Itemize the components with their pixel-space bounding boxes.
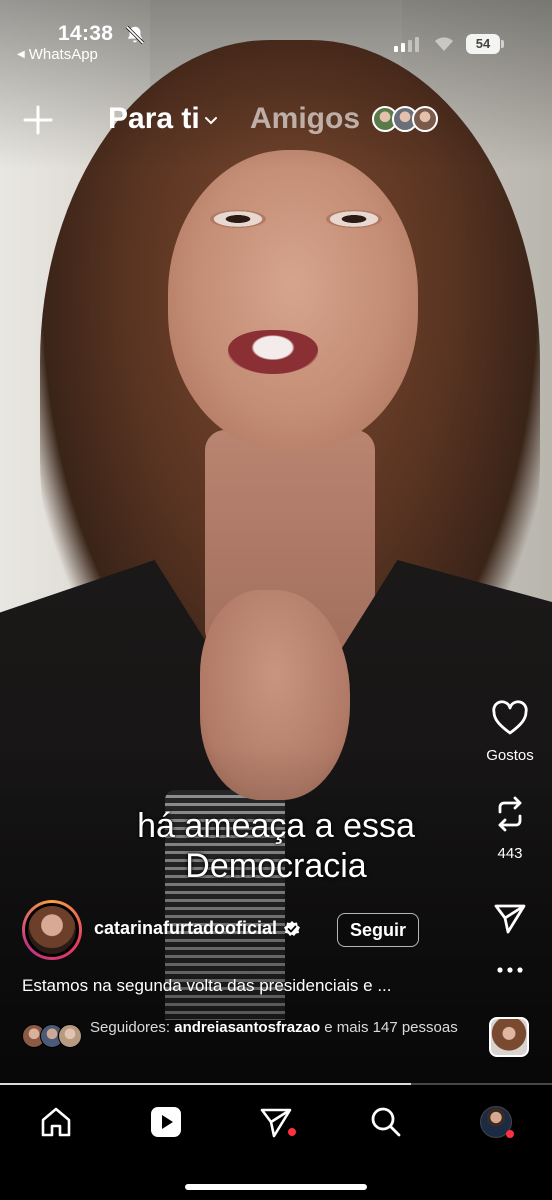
friend-avatar (412, 106, 438, 132)
video-subject-mouth (228, 330, 318, 374)
author-username[interactable]: catarinafurtadooficial (94, 918, 301, 939)
more-dots-icon (497, 967, 523, 973)
video-subject-face (168, 150, 418, 450)
wifi-icon (435, 37, 453, 51)
video-subject-eye (210, 210, 266, 228)
create-plus-icon[interactable] (22, 104, 54, 136)
reels-icon (151, 1107, 181, 1137)
cellular-signal-icon (394, 36, 422, 52)
home-icon (41, 1107, 71, 1137)
followers-highlighted-name: andreiasantosfrazao (174, 1019, 321, 1036)
more-options-button[interactable] (470, 962, 550, 980)
tab-para-ti[interactable]: Para ti (108, 102, 218, 136)
friends-avatar-stack[interactable] (372, 106, 438, 132)
repost-count: 443 (497, 845, 523, 862)
tab-para-ti-label: Para ti (108, 102, 200, 135)
nav-home-button[interactable] (36, 1102, 76, 1142)
back-app-label: WhatsApp (28, 46, 98, 63)
video-progress-bar[interactable] (0, 1083, 552, 1085)
author-avatar[interactable] (22, 900, 82, 960)
status-time: 14:38 (58, 22, 114, 45)
battery-nub (501, 40, 504, 48)
back-arrow-icon: ◀ (17, 49, 25, 60)
like-button[interactable]: Gostos (470, 700, 550, 764)
share-button[interactable] (470, 900, 550, 941)
author-avatar-image (25, 903, 79, 957)
like-label: Gostos (486, 747, 534, 764)
messages-notification-dot (288, 1128, 296, 1136)
send-icon (494, 904, 526, 934)
follow-button[interactable]: Seguir (337, 913, 419, 947)
video-caption: há ameaça a essa Democracia (137, 807, 415, 885)
repost-button[interactable]: 443 (470, 794, 550, 862)
audio-thumbnail[interactable] (489, 1017, 529, 1057)
followers-text: Seguidores: andreiasantosfrazao e mais 1… (90, 1018, 458, 1038)
followers-avatar-stack (22, 1024, 82, 1048)
followers-prefix: Seguidores: (90, 1019, 175, 1036)
home-indicator (185, 1184, 367, 1190)
video-subject-eye (326, 210, 382, 228)
tab-amigos[interactable]: Amigos (250, 102, 360, 136)
heart-icon (492, 700, 528, 735)
repost-icon (498, 796, 522, 832)
back-to-app-link[interactable]: ◀ WhatsApp (17, 46, 98, 63)
verified-badge-icon (284, 920, 301, 936)
tab-amigos-label: Amigos (250, 102, 361, 135)
video-progress-fill (0, 1083, 412, 1085)
nav-search-button[interactable] (366, 1102, 406, 1142)
nav-profile-button[interactable] (476, 1102, 516, 1142)
nav-messages-button[interactable] (256, 1102, 296, 1142)
followers-row[interactable]: Seguidores: andreiasantosfrazao e mais 1… (22, 1018, 482, 1048)
followers-suffix: e mais 147 pessoas (320, 1019, 458, 1036)
bell-muted-icon (125, 25, 145, 45)
post-description[interactable]: Estamos na segunda volta das presidencia… (22, 976, 462, 996)
status-bar: 14:38 ◀ WhatsApp 54 (0, 0, 552, 68)
profile-notification-dot (506, 1130, 514, 1138)
bottom-navigation (0, 1086, 552, 1200)
author-username-text: catarinafurtadooficial (94, 918, 278, 938)
battery-indicator: 54 (466, 34, 500, 54)
search-icon (371, 1107, 401, 1137)
follower-avatar (58, 1024, 82, 1048)
chevron-down-icon (204, 117, 217, 125)
nav-reels-button[interactable] (146, 1102, 186, 1142)
